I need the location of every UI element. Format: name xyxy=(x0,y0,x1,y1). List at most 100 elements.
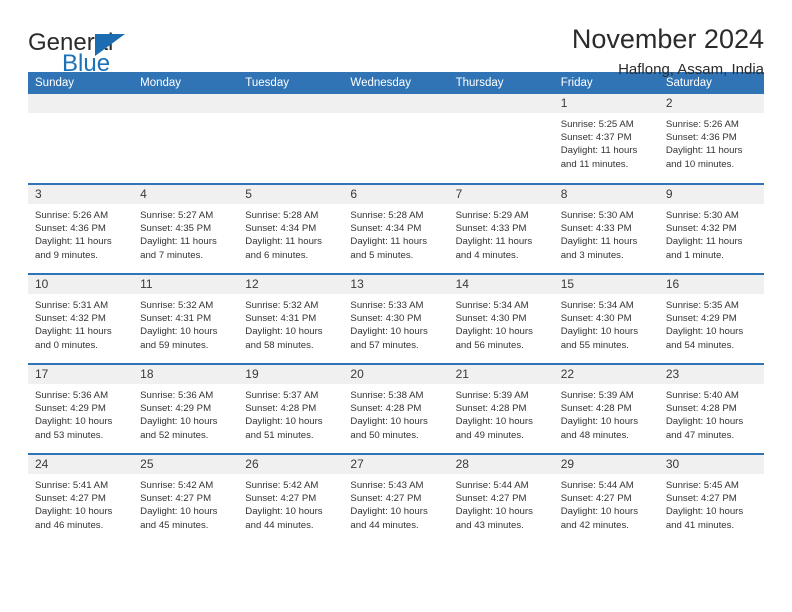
day-number: 28 xyxy=(448,455,554,474)
weekday-header-wednesday: Wednesday xyxy=(343,72,449,94)
calendar-day-cell[interactable]: 1 Sunrise: 5:25 AM Sunset: 4:37 PM Daylight… xyxy=(553,94,659,184)
day-details: Sunrise: 5:34 AM Sunset: 4:30 PM Daylight:… xyxy=(449,294,554,352)
calendar-body: 1 Sunrise: 5:25 AM Sunset: 4:37 PM Daylight… xyxy=(28,94,764,544)
calendar-cell-empty xyxy=(133,94,239,184)
calendar-day-cell[interactable]: 11 Sunrise: 5:32 AM Sunset: 4:31 PM Dayligh… xyxy=(133,273,239,364)
daylight-text-line2: and 3 minutes. xyxy=(560,249,624,261)
calendar-day-cell[interactable]: 13 Sunrise: 5:33 AM Sunset: 4:30 PM Dayligh… xyxy=(343,273,449,364)
sunset-text: Sunset: 4:35 PM xyxy=(140,223,212,235)
calendar-day-cell[interactable]: 4 Sunrise: 5:27 AM Sunset: 4:35 PM Daylight… xyxy=(133,183,239,274)
calendar-day-cell[interactable]: 19 Sunrise: 5:37 AM Sunset: 4:28 PM Dayligh… xyxy=(238,363,344,454)
calendar-day-cell[interactable]: 9 Sunrise: 5:30 AM Sunset: 4:32 PM Daylight… xyxy=(658,183,764,274)
calendar-day-cell[interactable]: 7 Sunrise: 5:29 AM Sunset: 4:33 PM Daylight… xyxy=(448,183,554,274)
daylight-text-line2: and 6 minutes. xyxy=(245,249,309,261)
sunrise-text: Sunrise: 5:26 AM xyxy=(665,119,739,130)
calendar-week-row: 17 Sunrise: 5:36 AM Sunset: 4:29 PM Dayligh… xyxy=(28,363,764,454)
calendar-day-cell[interactable]: 6 Sunrise: 5:28 AM Sunset: 4:34 PM Daylight… xyxy=(343,183,449,274)
sunset-text: Sunset: 4:28 PM xyxy=(665,403,737,415)
day-number: 13 xyxy=(343,275,449,294)
sunrise-text: Sunrise: 5:30 AM xyxy=(665,210,739,221)
sunrise-text: Sunrise: 5:35 AM xyxy=(665,300,739,311)
daylight-text-line1: Daylight: 11 hours xyxy=(245,236,322,248)
daylight-text-line1: Daylight: 11 hours xyxy=(35,326,112,338)
calendar-day-cell[interactable]: 10 Sunrise: 5:31 AM Sunset: 4:32 PM Dayligh… xyxy=(28,273,134,364)
day-number: 30 xyxy=(658,455,764,474)
calendar-day-cell[interactable]: 12 Sunrise: 5:32 AM Sunset: 4:31 PM Dayligh… xyxy=(238,273,344,364)
calendar-day-cell[interactable]: 3 Sunrise: 5:26 AM Sunset: 4:36 PM Daylight… xyxy=(28,183,134,274)
calendar-week-row: 1 Sunrise: 5:25 AM Sunset: 4:37 PM Daylight… xyxy=(28,94,764,184)
day-number: 14 xyxy=(448,275,554,294)
calendar-day-cell[interactable]: 25 Sunrise: 5:42 AM Sunset: 4:27 PM Dayligh… xyxy=(133,453,239,544)
daylight-text-line2: and 47 minutes. xyxy=(665,429,735,441)
day-details: Sunrise: 5:32 AM Sunset: 4:31 PM Daylight:… xyxy=(133,294,238,352)
calendar-day-cell[interactable]: 15 Sunrise: 5:34 AM Sunset: 4:30 PM Dayligh… xyxy=(553,273,659,364)
calendar-day-cell[interactable]: 26 Sunrise: 5:42 AM Sunset: 4:27 PM Dayligh… xyxy=(238,453,344,544)
day-number: 10 xyxy=(28,275,134,294)
calendar-day-cell[interactable]: 22 Sunrise: 5:39 AM Sunset: 4:28 PM Dayligh… xyxy=(553,363,659,454)
calendar-day-cell[interactable]: 27 Sunrise: 5:43 AM Sunset: 4:27 PM Dayligh… xyxy=(343,453,449,544)
calendar-day-cell[interactable]: 16 Sunrise: 5:35 AM Sunset: 4:29 PM Dayligh… xyxy=(658,273,764,364)
calendar-day-cell[interactable]: 30 Sunrise: 5:45 AM Sunset: 4:27 PM Dayligh… xyxy=(658,453,764,544)
daylight-text-line2: and 55 minutes. xyxy=(560,339,629,351)
calendar-day-cell[interactable]: 2 Sunrise: 5:26 AM Sunset: 4:36 PM Daylight… xyxy=(658,94,764,184)
calendar-day-cell[interactable]: 20 Sunrise: 5:38 AM Sunset: 4:28 PM Dayligh… xyxy=(343,363,449,454)
calendar-week-row: 10 Sunrise: 5:31 AM Sunset: 4:32 PM Dayligh… xyxy=(28,273,764,364)
calendar-week-row: 24 Sunrise: 5:41 AM Sunset: 4:27 PM Dayligh… xyxy=(28,453,764,544)
calendar-day-cell[interactable]: 24 Sunrise: 5:41 AM Sunset: 4:27 PM Dayligh… xyxy=(28,453,134,544)
sunset-text: Sunset: 4:34 PM xyxy=(350,223,422,235)
day-details: Sunrise: 5:36 AM Sunset: 4:29 PM Daylight:… xyxy=(28,384,133,442)
sunrise-text: Sunrise: 5:45 AM xyxy=(665,480,739,491)
day-number: 11 xyxy=(133,275,239,294)
sunrise-text: Sunrise: 5:29 AM xyxy=(455,210,529,221)
sunrise-text: Sunrise: 5:25 AM xyxy=(560,119,634,130)
calendar-day-cell[interactable]: 23 Sunrise: 5:40 AM Sunset: 4:28 PM Dayligh… xyxy=(658,363,764,454)
calendar-day-cell[interactable]: 28 Sunrise: 5:44 AM Sunset: 4:27 PM Dayligh… xyxy=(448,453,554,544)
sunrise-text: Sunrise: 5:34 AM xyxy=(560,300,634,311)
sunrise-text: Sunrise: 5:42 AM xyxy=(140,480,214,491)
calendar-day-cell[interactable]: 8 Sunrise: 5:30 AM Sunset: 4:33 PM Daylight… xyxy=(553,183,659,274)
sunrise-text: Sunrise: 5:41 AM xyxy=(35,480,109,491)
calendar-day-cell[interactable]: 14 Sunrise: 5:34 AM Sunset: 4:30 PM Dayligh… xyxy=(448,273,554,364)
daylight-text-line2: and 57 minutes. xyxy=(350,339,419,351)
calendar-day-cell[interactable]: 29 Sunrise: 5:44 AM Sunset: 4:27 PM Dayligh… xyxy=(553,453,659,544)
calendar-day-cell[interactable]: 18 Sunrise: 5:36 AM Sunset: 4:29 PM Dayligh… xyxy=(133,363,239,454)
day-number: 1 xyxy=(553,94,659,113)
day-details: Sunrise: 5:45 AM Sunset: 4:27 PM Daylight:… xyxy=(659,474,764,532)
day-number: 15 xyxy=(553,275,659,294)
daylight-text-line1: Daylight: 10 hours xyxy=(560,416,639,428)
day-details: Sunrise: 5:25 AM Sunset: 4:37 PM Daylight:… xyxy=(554,113,659,171)
sunset-text: Sunset: 4:28 PM xyxy=(350,403,422,415)
calendar-day-cell[interactable]: 17 Sunrise: 5:36 AM Sunset: 4:29 PM Dayligh… xyxy=(28,363,134,454)
daylight-text-line2: and 54 minutes. xyxy=(665,339,735,351)
calendar-week-row: 3 Sunrise: 5:26 AM Sunset: 4:36 PM Daylight… xyxy=(28,183,764,274)
day-number: 4 xyxy=(133,185,239,204)
triangle-icon xyxy=(95,34,125,56)
calendar-day-cell[interactable]: 21 Sunrise: 5:39 AM Sunset: 4:28 PM Dayligh… xyxy=(448,363,554,454)
day-number xyxy=(238,94,344,113)
day-details: Sunrise: 5:29 AM Sunset: 4:33 PM Daylight:… xyxy=(449,204,554,262)
day-details: Sunrise: 5:28 AM Sunset: 4:34 PM Daylight:… xyxy=(238,204,343,262)
day-details: Sunrise: 5:35 AM Sunset: 4:29 PM Daylight:… xyxy=(659,294,764,352)
sunrise-text: Sunrise: 5:27 AM xyxy=(140,210,214,221)
calendar-cell-empty xyxy=(238,94,344,184)
day-number xyxy=(133,94,239,113)
day-details: Sunrise: 5:39 AM Sunset: 4:28 PM Daylight:… xyxy=(449,384,554,442)
sunset-text: Sunset: 4:28 PM xyxy=(560,403,632,415)
daylight-text-line1: Daylight: 10 hours xyxy=(35,416,113,428)
sunrise-text: Sunrise: 5:39 AM xyxy=(455,390,529,401)
daylight-text-line2: and 41 minutes. xyxy=(665,519,735,531)
daylight-text-line1: Daylight: 10 hours xyxy=(560,326,639,338)
daylight-text-line1: Daylight: 10 hours xyxy=(140,506,218,518)
daylight-text-line1: Daylight: 10 hours xyxy=(245,506,323,518)
sunset-text: Sunset: 4:32 PM xyxy=(665,223,737,235)
sunset-text: Sunset: 4:34 PM xyxy=(245,223,317,235)
brand-logo[interactable]: General Blue xyxy=(28,30,158,78)
daylight-text-line2: and 52 minutes. xyxy=(140,429,209,441)
daylight-text-line1: Daylight: 10 hours xyxy=(350,506,428,518)
sunrise-text: Sunrise: 5:44 AM xyxy=(560,480,634,491)
daylight-text-line2: and 5 minutes. xyxy=(350,249,414,261)
calendar-day-cell[interactable]: 5 Sunrise: 5:28 AM Sunset: 4:34 PM Daylight… xyxy=(238,183,344,274)
sunset-text: Sunset: 4:33 PM xyxy=(560,223,632,235)
daylight-text-line1: Daylight: 11 hours xyxy=(560,145,638,157)
daylight-text-line2: and 43 minutes. xyxy=(455,519,524,531)
